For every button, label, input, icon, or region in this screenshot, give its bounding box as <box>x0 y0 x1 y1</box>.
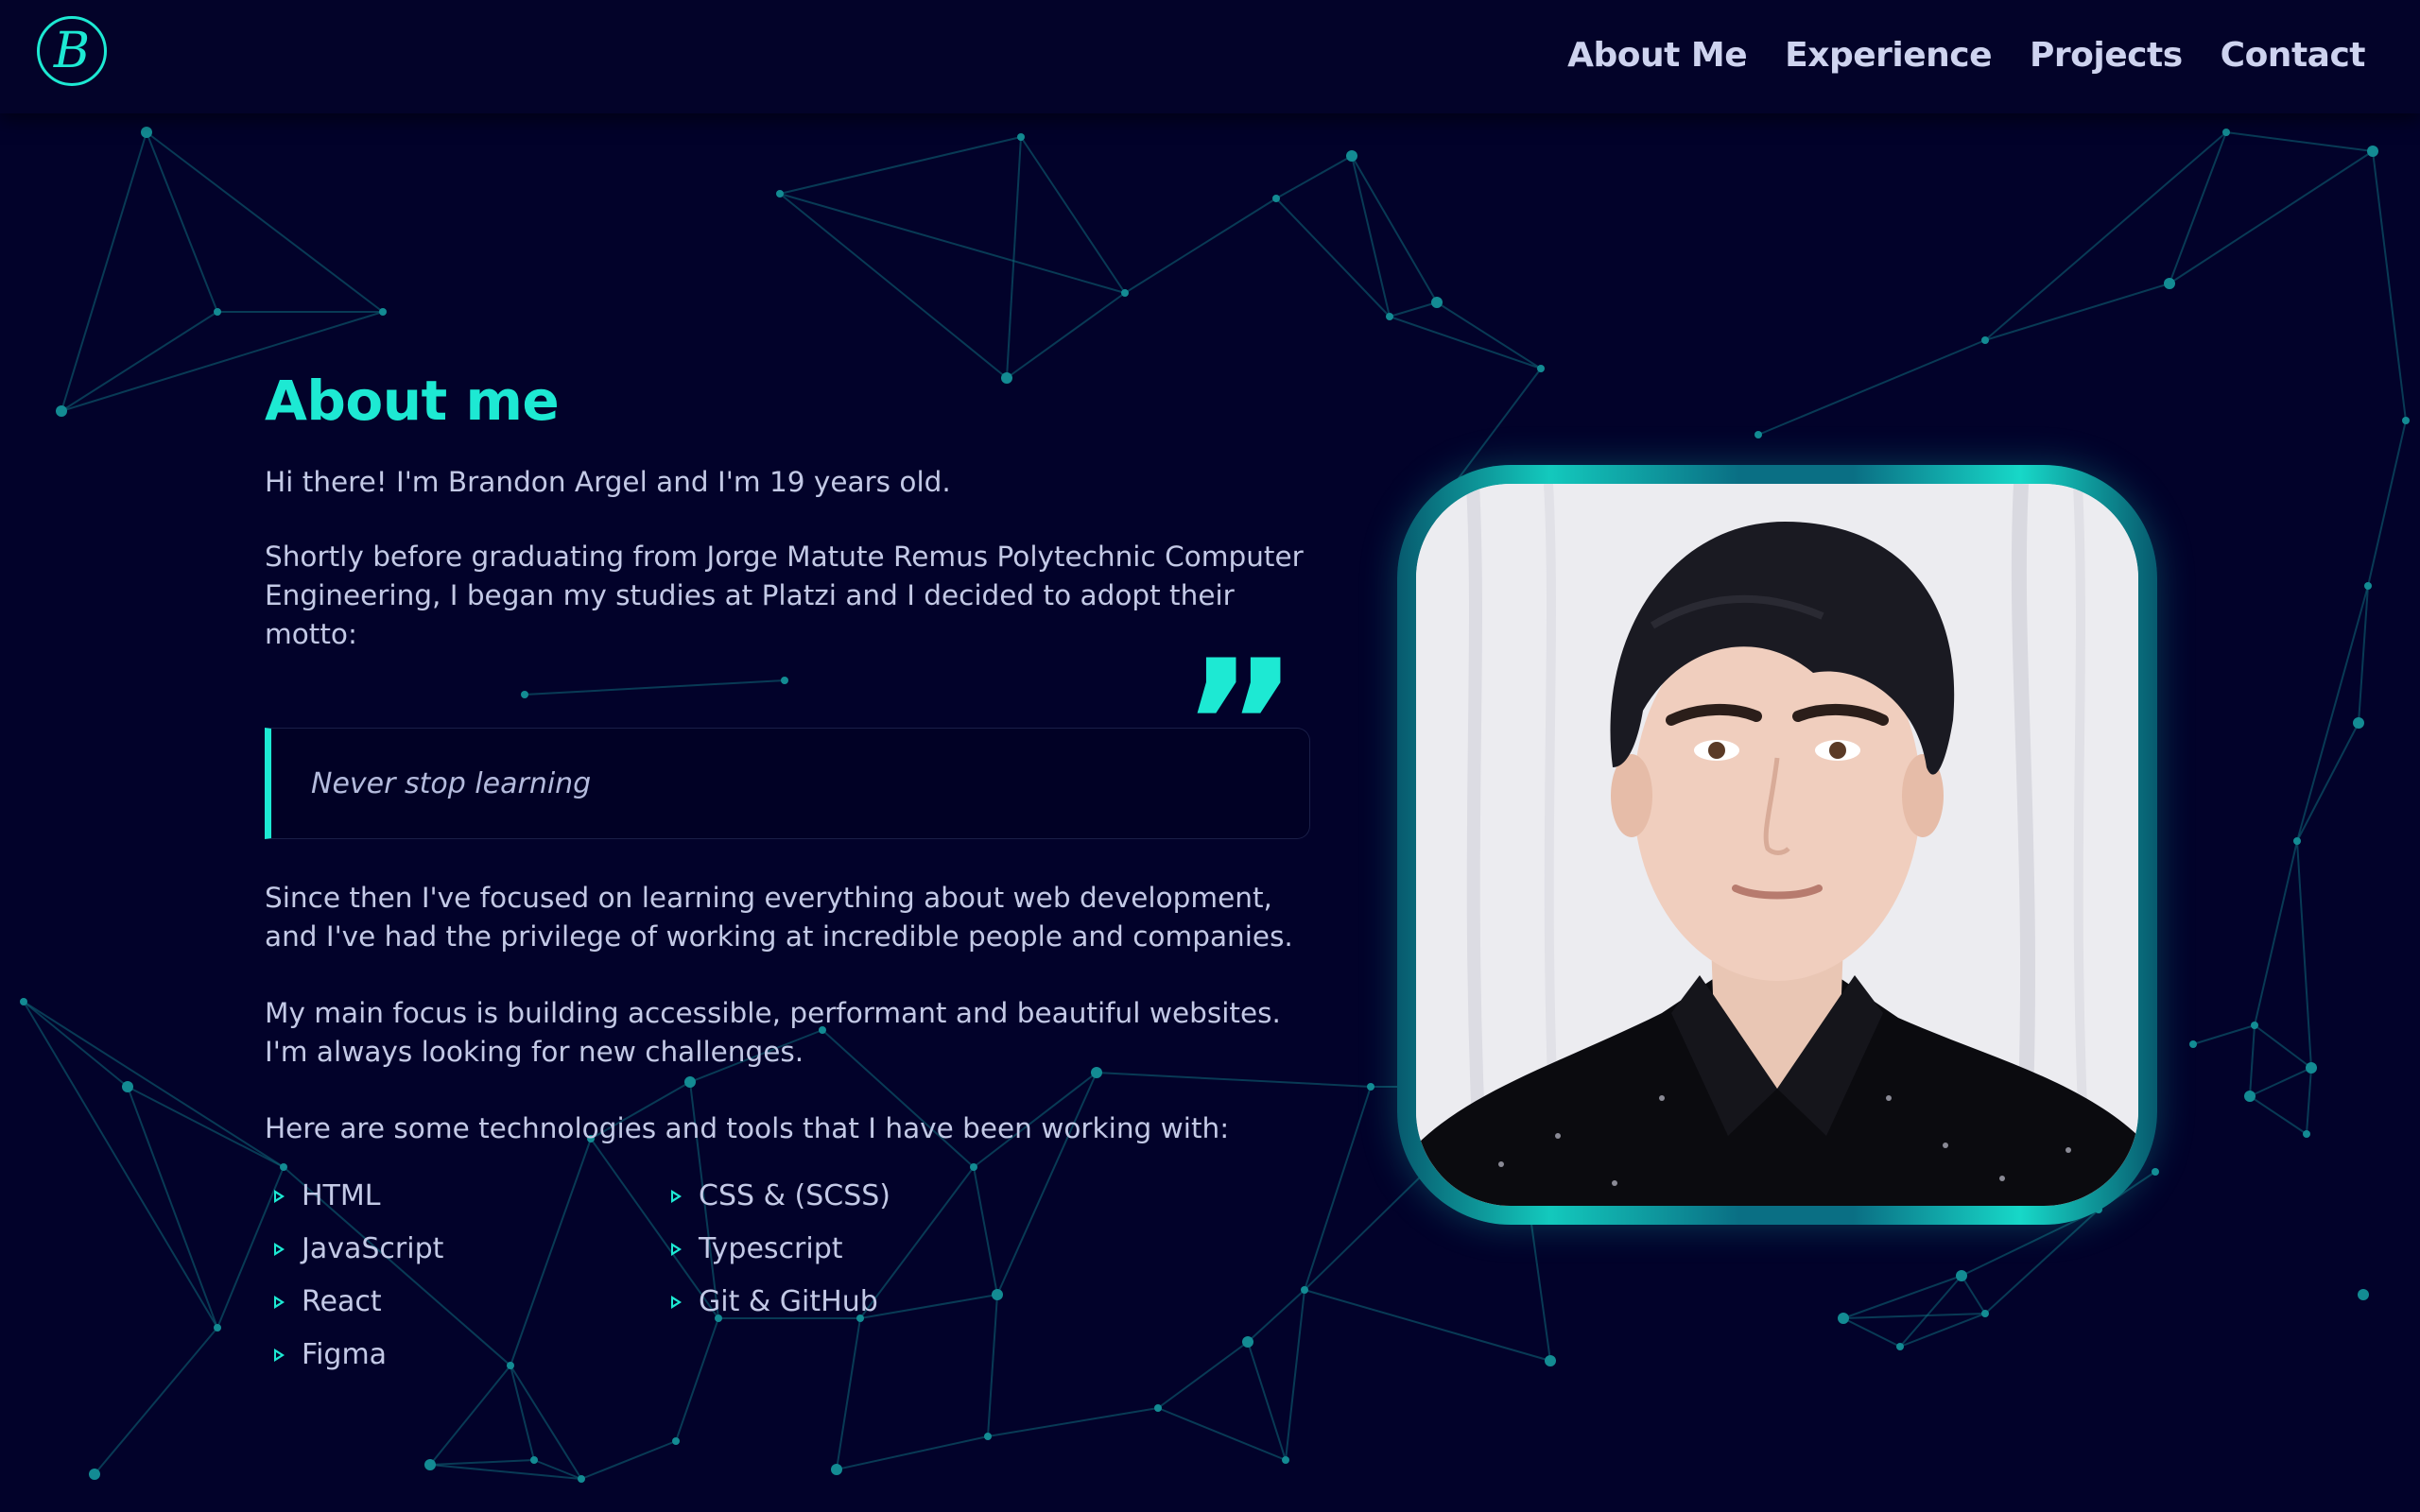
motto-text: Never stop learning <box>265 728 1310 839</box>
tech-label: Git & GitHub <box>699 1285 878 1318</box>
main-focus-paragraph: My main focus is building accessible, pe… <box>265 997 1281 1068</box>
brand-logo[interactable]: B <box>37 16 107 86</box>
list-item: React <box>265 1282 662 1321</box>
list-item: HTML <box>265 1177 662 1215</box>
list-item: CSS & (SCSS) <box>662 1177 1059 1215</box>
list-item: Figma <box>265 1335 662 1374</box>
triangle-bullet-icon <box>274 1295 285 1309</box>
profile-photo-frame <box>1397 465 2157 1225</box>
focus-paragraph: Since then I've focused on learning ever… <box>265 882 1293 953</box>
list-item: Typescript <box>662 1229 1059 1268</box>
about-section: About me Hi there! I'm Brandon Argel and… <box>265 369 1310 1389</box>
triangle-bullet-icon <box>671 1189 682 1203</box>
list-item: Git & GitHub <box>662 1282 1059 1321</box>
nav-link-experience[interactable]: Experience <box>1785 36 1992 75</box>
nav-link-about-me[interactable]: About Me <box>1567 36 1747 75</box>
tech-label: React <box>302 1285 382 1318</box>
portrait-illustration <box>1416 484 2138 1206</box>
profile-photo <box>1416 484 2138 1206</box>
technologies-intro: Here are some technologies and tools tha… <box>265 1112 1230 1144</box>
studies-paragraph: Shortly before graduating from Jorge Mat… <box>265 541 1304 650</box>
quote-mark-icon: ” <box>1181 622 1299 831</box>
triangle-bullet-icon <box>671 1242 682 1256</box>
triangle-bullet-icon <box>671 1295 682 1309</box>
main-nav: About Me Experience Projects Contact <box>1567 36 2365 75</box>
list-item: JavaScript <box>265 1229 662 1268</box>
technologies-list: HTML CSS & (SCSS) JavaScript Typescript … <box>265 1177 1305 1374</box>
tech-label: JavaScript <box>302 1232 444 1265</box>
triangle-bullet-icon <box>274 1348 285 1362</box>
nav-link-contact[interactable]: Contact <box>2221 36 2366 75</box>
tech-label: Figma <box>302 1338 388 1371</box>
top-navigation-bar: B About Me Experience Projects Contact <box>0 0 2420 113</box>
intro-paragraph: Hi there! I'm Brandon Argel and I'm 19 y… <box>265 466 951 498</box>
triangle-bullet-icon <box>274 1189 285 1203</box>
tech-label: CSS & (SCSS) <box>699 1179 890 1212</box>
nav-link-projects[interactable]: Projects <box>2030 36 2183 75</box>
tech-label: HTML <box>302 1179 381 1212</box>
motto-quote: ” Never stop learning <box>265 637 1310 839</box>
triangle-bullet-icon <box>274 1242 285 1256</box>
tech-label: Typescript <box>699 1232 843 1265</box>
section-title: About me <box>265 369 560 433</box>
